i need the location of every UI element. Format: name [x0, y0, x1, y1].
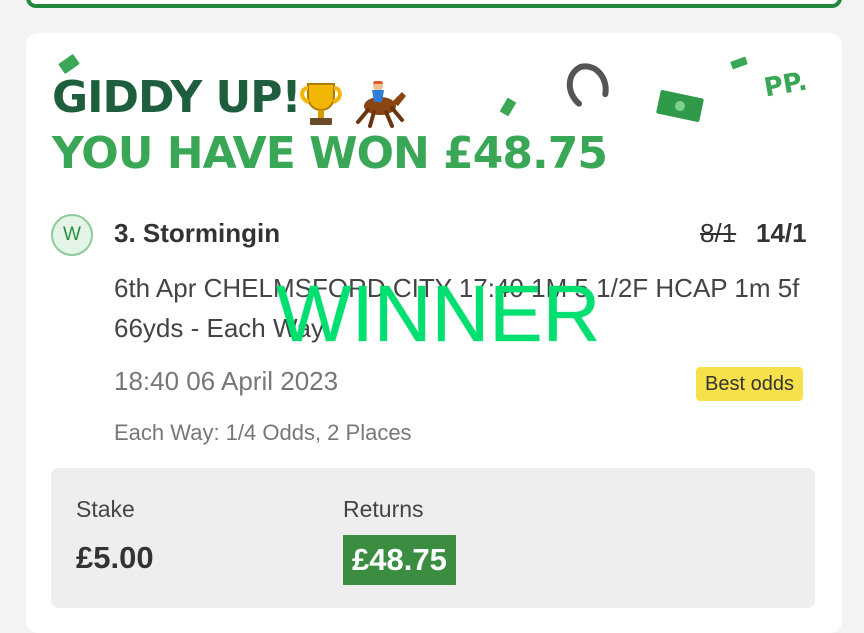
previous-card-edge	[26, 0, 842, 8]
stake-label: Stake	[76, 496, 135, 522]
won-amount-heading: YOU HAVE WON £48.75	[52, 128, 608, 179]
stake-value: £5.00	[76, 540, 154, 575]
horse-racing-icon	[352, 76, 408, 133]
horseshoe-icon	[566, 63, 609, 107]
each-way-terms: Each Way: 1/4 Odds, 2 Places	[114, 420, 412, 445]
cash-confetti-icon	[730, 56, 748, 70]
original-odds: 8/1	[700, 218, 737, 248]
cash-confetti-icon	[500, 97, 516, 117]
trophy-icon	[296, 78, 346, 133]
winner-badge: W	[51, 214, 93, 256]
cash-note-icon	[656, 90, 704, 122]
selection-name: 3. Stormingin	[114, 218, 281, 248]
returns-value: £48.75	[343, 535, 456, 585]
event-datetime: 18:40 06 April 2023	[114, 366, 339, 396]
boosted-odds: 14/1	[756, 218, 807, 248]
returns-label: Returns	[343, 496, 424, 522]
best-odds-badge: Best odds	[696, 367, 803, 401]
winner-watermark: WINNER	[276, 269, 601, 358]
giddy-up-title: GIDDY UP!	[52, 72, 302, 123]
